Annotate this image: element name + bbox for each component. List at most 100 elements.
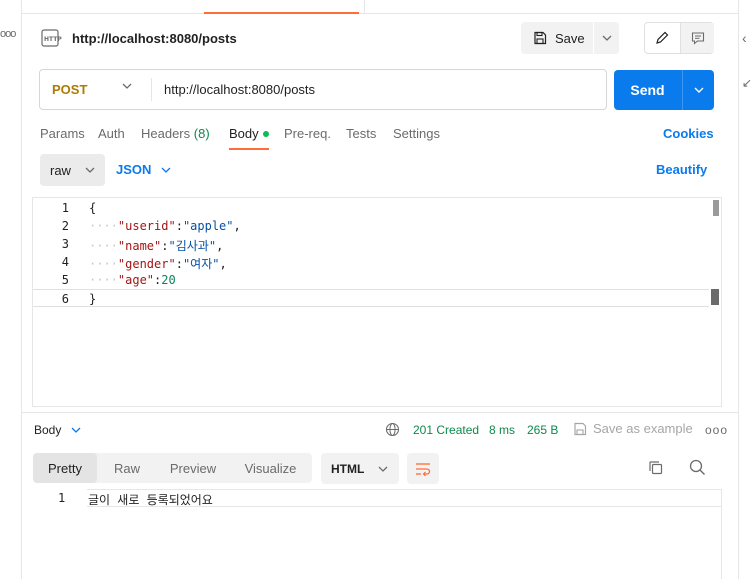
edit-button[interactable]	[645, 23, 679, 53]
globe-icon[interactable]	[385, 422, 400, 437]
wrap-lines-button[interactable]	[407, 453, 439, 484]
save-icon	[574, 422, 587, 435]
response-view-tabs: Pretty Raw Preview Visualize	[33, 453, 312, 483]
http-icon: HTTP	[41, 29, 62, 47]
save-button-group: Save	[521, 22, 619, 54]
code-line-current: 6 }	[33, 289, 709, 307]
editor-scrollbar[interactable]	[713, 200, 719, 216]
code-text: ····"name":"김사과",	[89, 239, 224, 253]
line-number: 2	[61, 219, 69, 233]
tab-prereq[interactable]: Pre-req.	[284, 126, 331, 141]
code-token: "userid"	[117, 219, 176, 233]
save-as-example-button[interactable]: Save as example	[573, 421, 693, 436]
response-header: Body 201 Created 8 ms 265 B Save as exam…	[22, 412, 738, 444]
tab-params[interactable]: Params	[40, 126, 85, 141]
method-select[interactable]: POST	[52, 82, 87, 97]
view-tab-visualize[interactable]: Visualize	[229, 453, 312, 483]
line-number: 5	[61, 273, 69, 287]
body-indicator-dot	[262, 130, 269, 137]
request-header: HTTP http://localhost:8080/posts Save	[38, 22, 718, 56]
code-token: "name"	[117, 239, 162, 253]
code-token: "김사과"	[168, 239, 217, 253]
chevron-left-icon[interactable]: ‹	[742, 30, 747, 46]
code-token: 20	[161, 273, 176, 287]
save-button[interactable]: Save	[521, 22, 593, 54]
response-text: 글이 새로 등록되었어요	[88, 493, 213, 507]
copy-icon[interactable]	[648, 460, 664, 476]
response-format-select[interactable]: HTML	[321, 453, 399, 484]
response-format-value: HTML	[331, 461, 365, 476]
cookies-link[interactable]: Cookies	[663, 126, 714, 141]
response-size[interactable]: 265 B	[527, 423, 558, 437]
tab-body[interactable]: Body	[229, 126, 269, 141]
request-body-editor[interactable]: 1 { 2 ····"userid":"apple", 3 ····"name"…	[32, 197, 722, 407]
svg-text:HTTP: HTTP	[44, 36, 62, 43]
send-button-group: Send	[614, 70, 714, 110]
url-separator	[151, 78, 152, 101]
view-tab-raw[interactable]: Raw	[97, 453, 157, 483]
code-text: ····"gender":"여자",	[89, 257, 227, 271]
save-as-example-label: Save as example	[593, 421, 693, 436]
beautify-link[interactable]: Beautify	[656, 162, 707, 177]
search-icon[interactable]	[689, 459, 706, 476]
comment-icon	[691, 32, 704, 45]
chevron-down-icon	[85, 167, 95, 173]
code-text: {	[89, 201, 96, 215]
code-token: "gender"	[117, 257, 176, 271]
view-tab-preview[interactable]: Preview	[157, 453, 229, 483]
chevron-down-icon	[694, 87, 703, 93]
line-number: 3	[61, 237, 69, 251]
editor-cursor-marker	[711, 289, 719, 305]
request-title: http://localhost:8080/posts	[72, 31, 237, 46]
body-mode-value: raw	[50, 162, 71, 178]
chevron-down-icon[interactable]	[122, 83, 132, 89]
response-line: 1 글이 새로 등록되었어요	[22, 489, 722, 507]
pencil-icon	[656, 31, 669, 44]
code-token: }	[89, 292, 97, 306]
tab-settings[interactable]: Settings	[393, 126, 440, 141]
language-select[interactable]: JSON	[116, 162, 171, 177]
code-line: 3 ····"name":"김사과",	[33, 235, 709, 253]
right-sidebar-edge: ‹ ↙	[738, 0, 752, 579]
chevron-down-icon	[161, 167, 171, 173]
tab-body-label: Body	[229, 126, 259, 141]
line-number: 4	[61, 255, 69, 269]
response-body-select[interactable]: Body	[34, 423, 81, 437]
edit-toolbar	[644, 22, 714, 54]
code-text: ····"userid":"apple",	[89, 219, 241, 233]
more-options-icon[interactable]: ooo	[705, 423, 728, 437]
tab-separator	[364, 0, 365, 13]
code-line: 2 ····"userid":"apple",	[33, 217, 709, 235]
code-line: 4 ····"gender":"여자",	[33, 253, 709, 271]
line-number: 6	[61, 292, 69, 306]
left-sidebar-edge: ooo	[0, 0, 22, 579]
response-body-label: Body	[34, 423, 62, 437]
tab-headers-label: Headers	[141, 126, 191, 141]
send-button[interactable]: Send	[614, 70, 681, 110]
code-token: "여자"	[182, 257, 220, 271]
line-number: 1	[61, 201, 69, 215]
body-mode-select[interactable]: raw	[40, 154, 105, 186]
save-icon	[534, 31, 547, 45]
save-options-button[interactable]	[594, 22, 619, 54]
tab-tests[interactable]: Tests	[346, 126, 376, 141]
url-input[interactable]: http://localhost:8080/posts	[164, 82, 315, 97]
request-tab-strip	[22, 0, 738, 14]
code-text: ····"age":20	[89, 273, 176, 287]
line-number: 1	[58, 491, 66, 505]
response-time[interactable]: 8 ms	[489, 423, 515, 437]
send-options-button[interactable]	[683, 70, 714, 110]
view-tab-pretty[interactable]: Pretty	[33, 453, 97, 483]
tab-auth[interactable]: Auth	[98, 126, 125, 141]
chevron-down-icon	[71, 427, 81, 433]
chevron-down-icon	[602, 35, 611, 41]
active-tab-underline	[229, 148, 269, 150]
status-badge[interactable]: 201 Created	[413, 423, 479, 437]
active-tab-indicator	[204, 12, 359, 14]
comment-button[interactable]	[680, 23, 714, 53]
code-line: 1 {	[33, 199, 709, 217]
tab-headers[interactable]: Headers (8)	[141, 126, 210, 141]
collapse-arrow-icon[interactable]: ↙	[742, 76, 752, 90]
code-token: {	[89, 201, 97, 215]
more-options-icon[interactable]: ooo	[0, 28, 16, 40]
